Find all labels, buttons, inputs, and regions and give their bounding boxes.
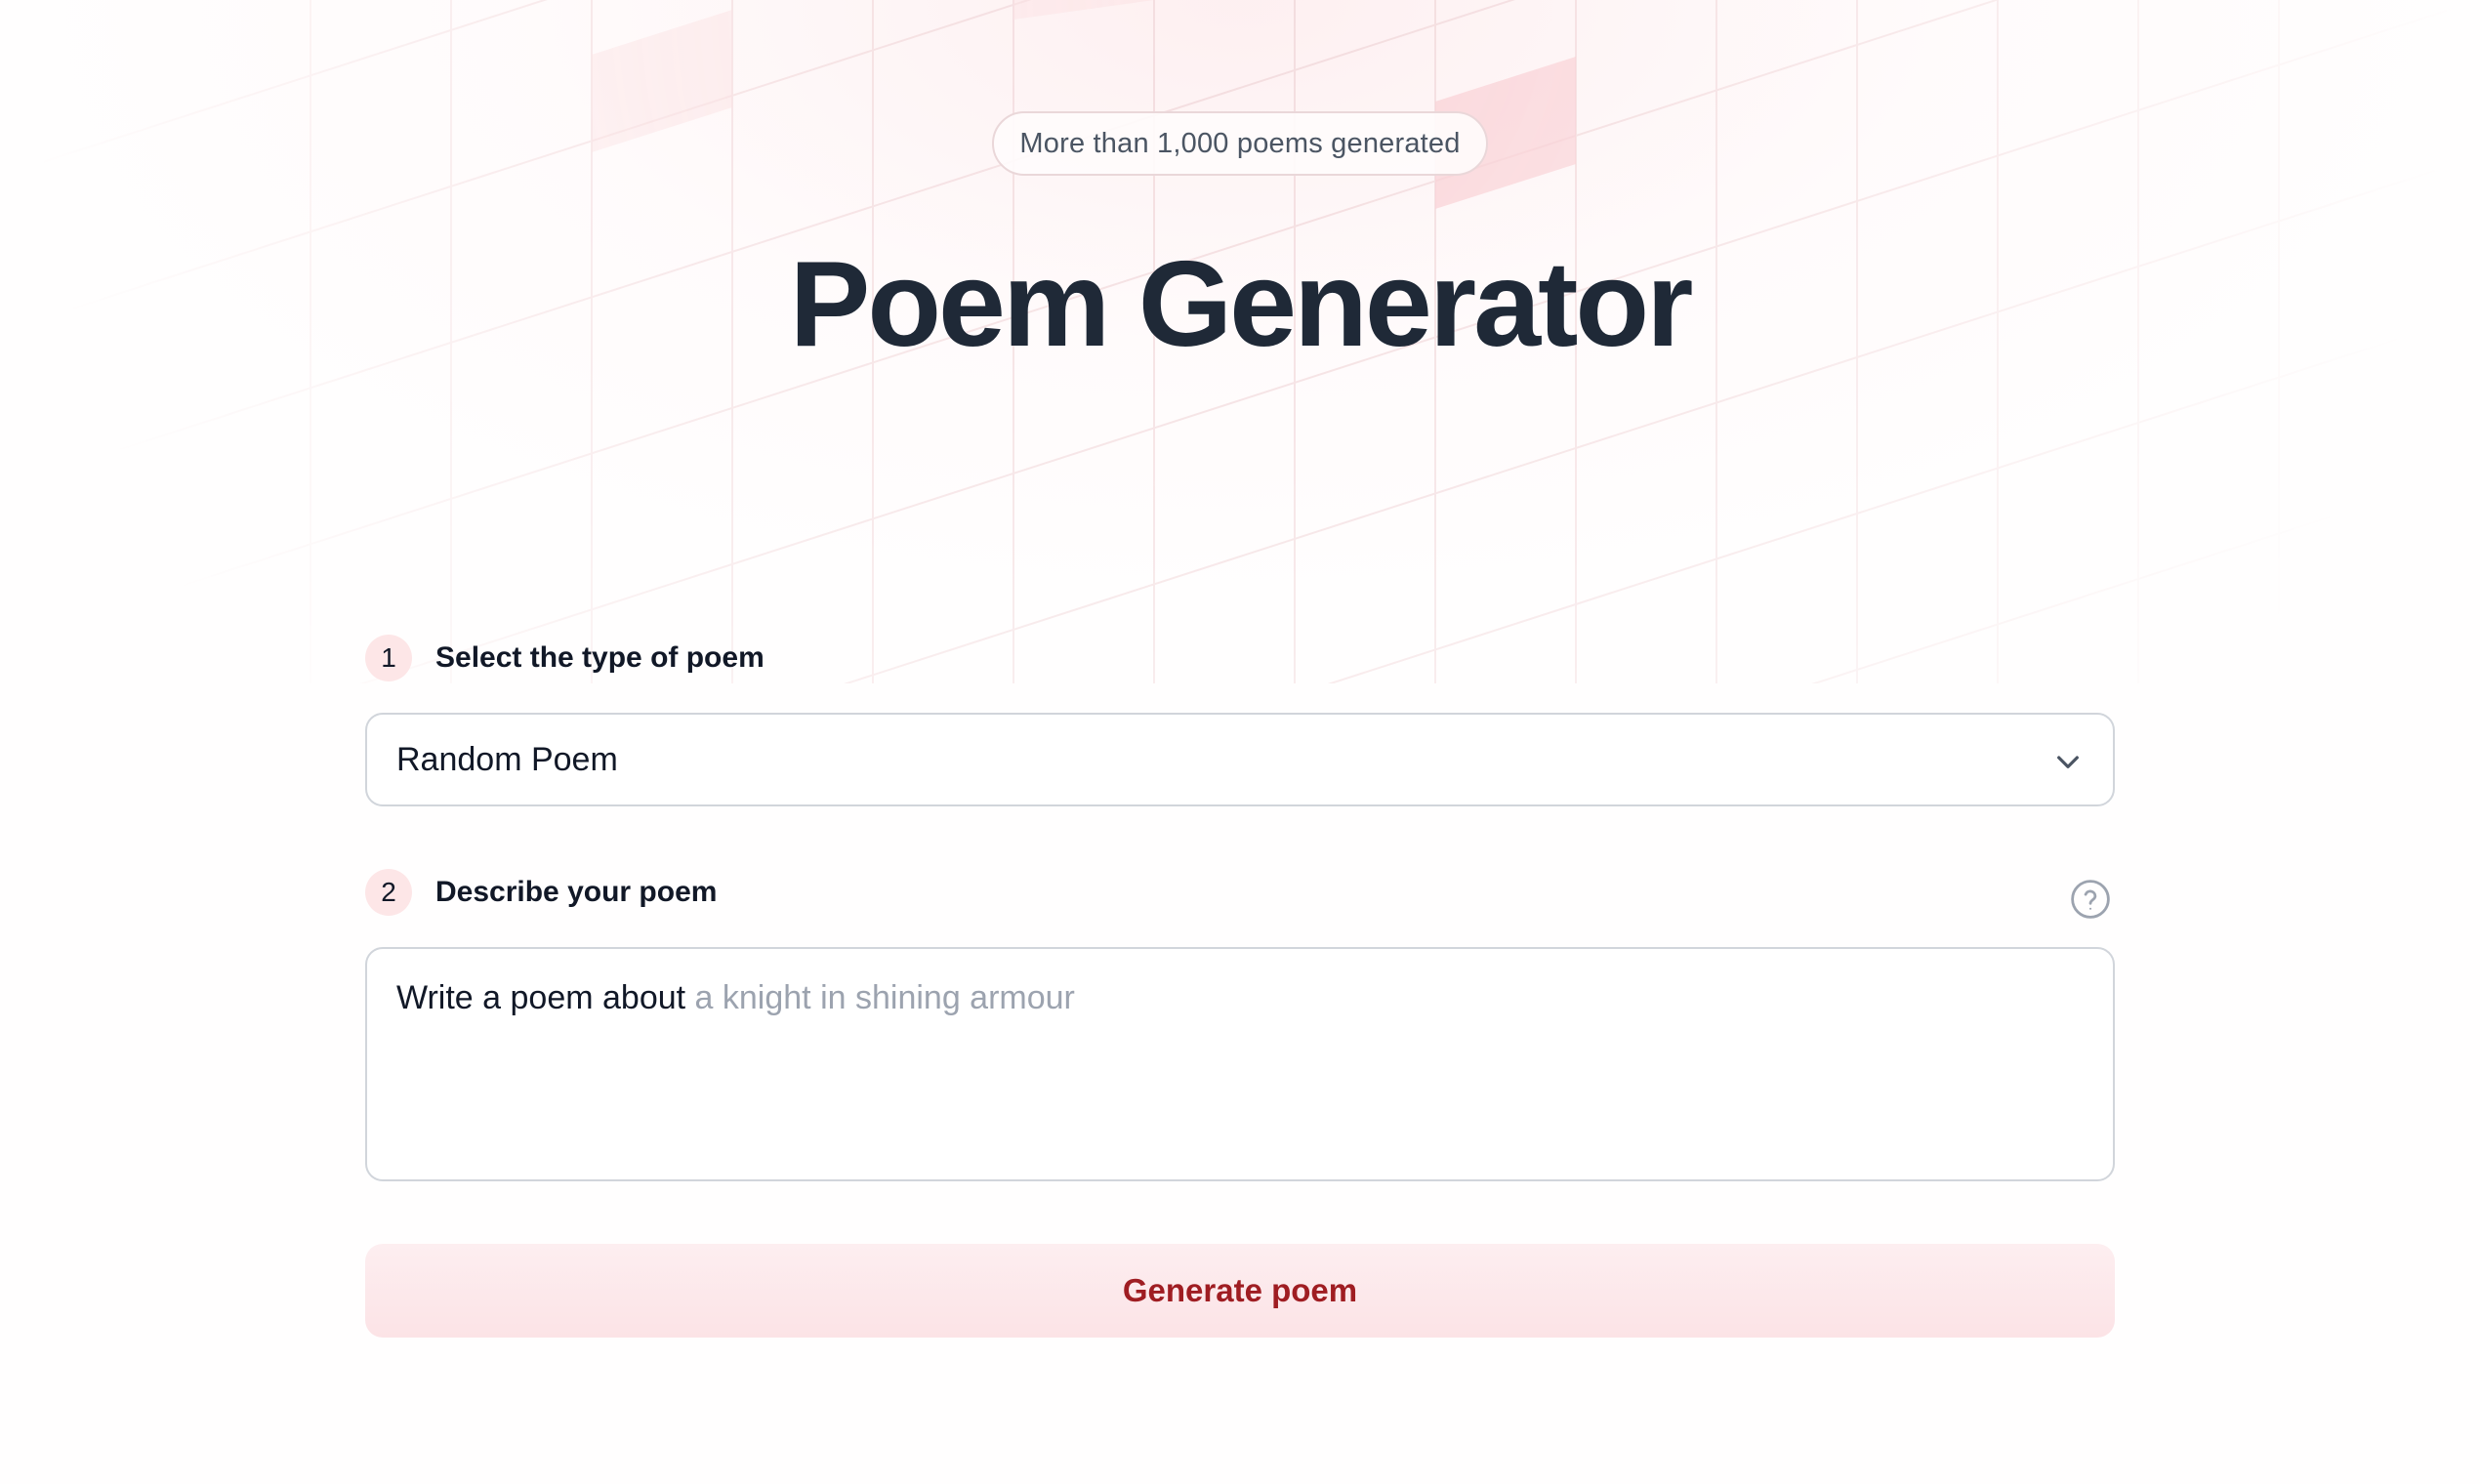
textarea-prefix-text: Write a poem about — [396, 979, 686, 1016]
step-1-header: 1 Select the type of poem — [365, 635, 765, 681]
textarea-placeholder: a knight in shining armour — [694, 979, 1075, 1016]
page-title: Poem Generator — [789, 237, 1694, 372]
poem-description-textarea[interactable]: Write a poem about a knight in shining a… — [365, 947, 2115, 1181]
step-2-header: 2 Describe your poem — [365, 869, 717, 916]
poem-type-select[interactable]: Random Poem — [365, 713, 2115, 806]
step-1-label: Select the type of poem — [435, 641, 765, 674]
chevron-down-icon — [2057, 756, 2079, 768]
poem-type-selected-value: Random Poem — [396, 740, 618, 778]
step-2-label: Describe your poem — [435, 876, 718, 908]
step-number-badge: 2 — [365, 869, 412, 916]
generate-poem-button[interactable]: Generate poem — [365, 1244, 2115, 1338]
step-number-badge: 1 — [365, 635, 412, 681]
poems-generated-badge: More than 1,000 poems generated — [992, 111, 1488, 176]
page: More than 1,000 poems generated Poem Gen… — [0, 0, 2480, 1484]
question-circle-icon[interactable] — [2070, 879, 2111, 920]
